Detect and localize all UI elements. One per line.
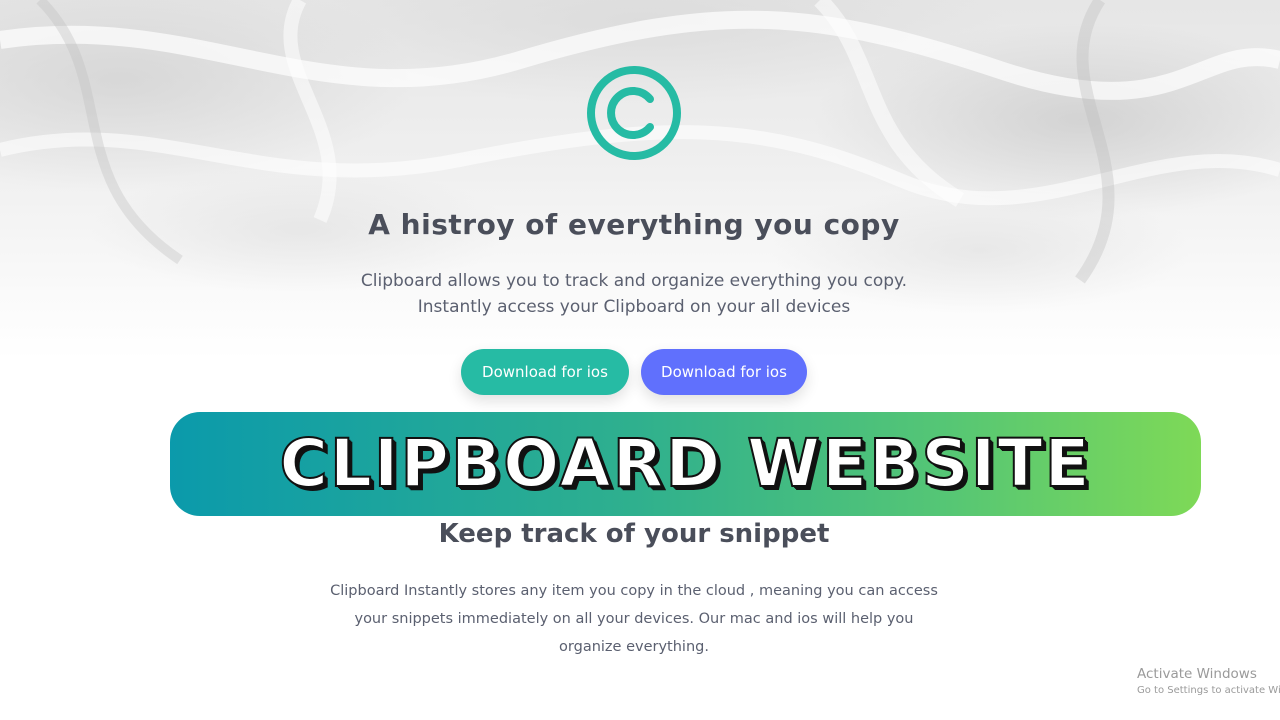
copyright-c-icon <box>584 63 684 163</box>
hero-description: Clipboard allows you to track and organi… <box>0 268 1268 320</box>
banner-text: CLIPBOARD WEBSITE <box>278 424 1092 503</box>
snippet-section-description: Clipboard Instantly stores any item you … <box>330 583 938 655</box>
watermark-subtitle: Go to Settings to activate Windows. <box>1137 685 1280 696</box>
activate-windows-watermark: Activate Windows Go to Settings to activ… <box>1137 664 1280 698</box>
hero-title: A histroy of everything you copy <box>368 208 900 241</box>
download-second-button[interactable]: Download for ios <box>641 349 807 395</box>
title-banner: CLIPBOARD WEBSITE <box>170 412 1201 516</box>
hero-description-line1: Clipboard allows you to track and organi… <box>360 271 908 291</box>
landing-page: A histroy of everything you copy Clipboa… <box>0 0 1280 720</box>
snippet-section-title: Keep track of your snippet <box>438 519 830 549</box>
hero-description-line2: Instantly access your Clipboard on your … <box>417 297 851 317</box>
download-ios-button[interactable]: Download for ios <box>461 349 629 395</box>
watermark-title: Activate Windows <box>1137 666 1257 682</box>
